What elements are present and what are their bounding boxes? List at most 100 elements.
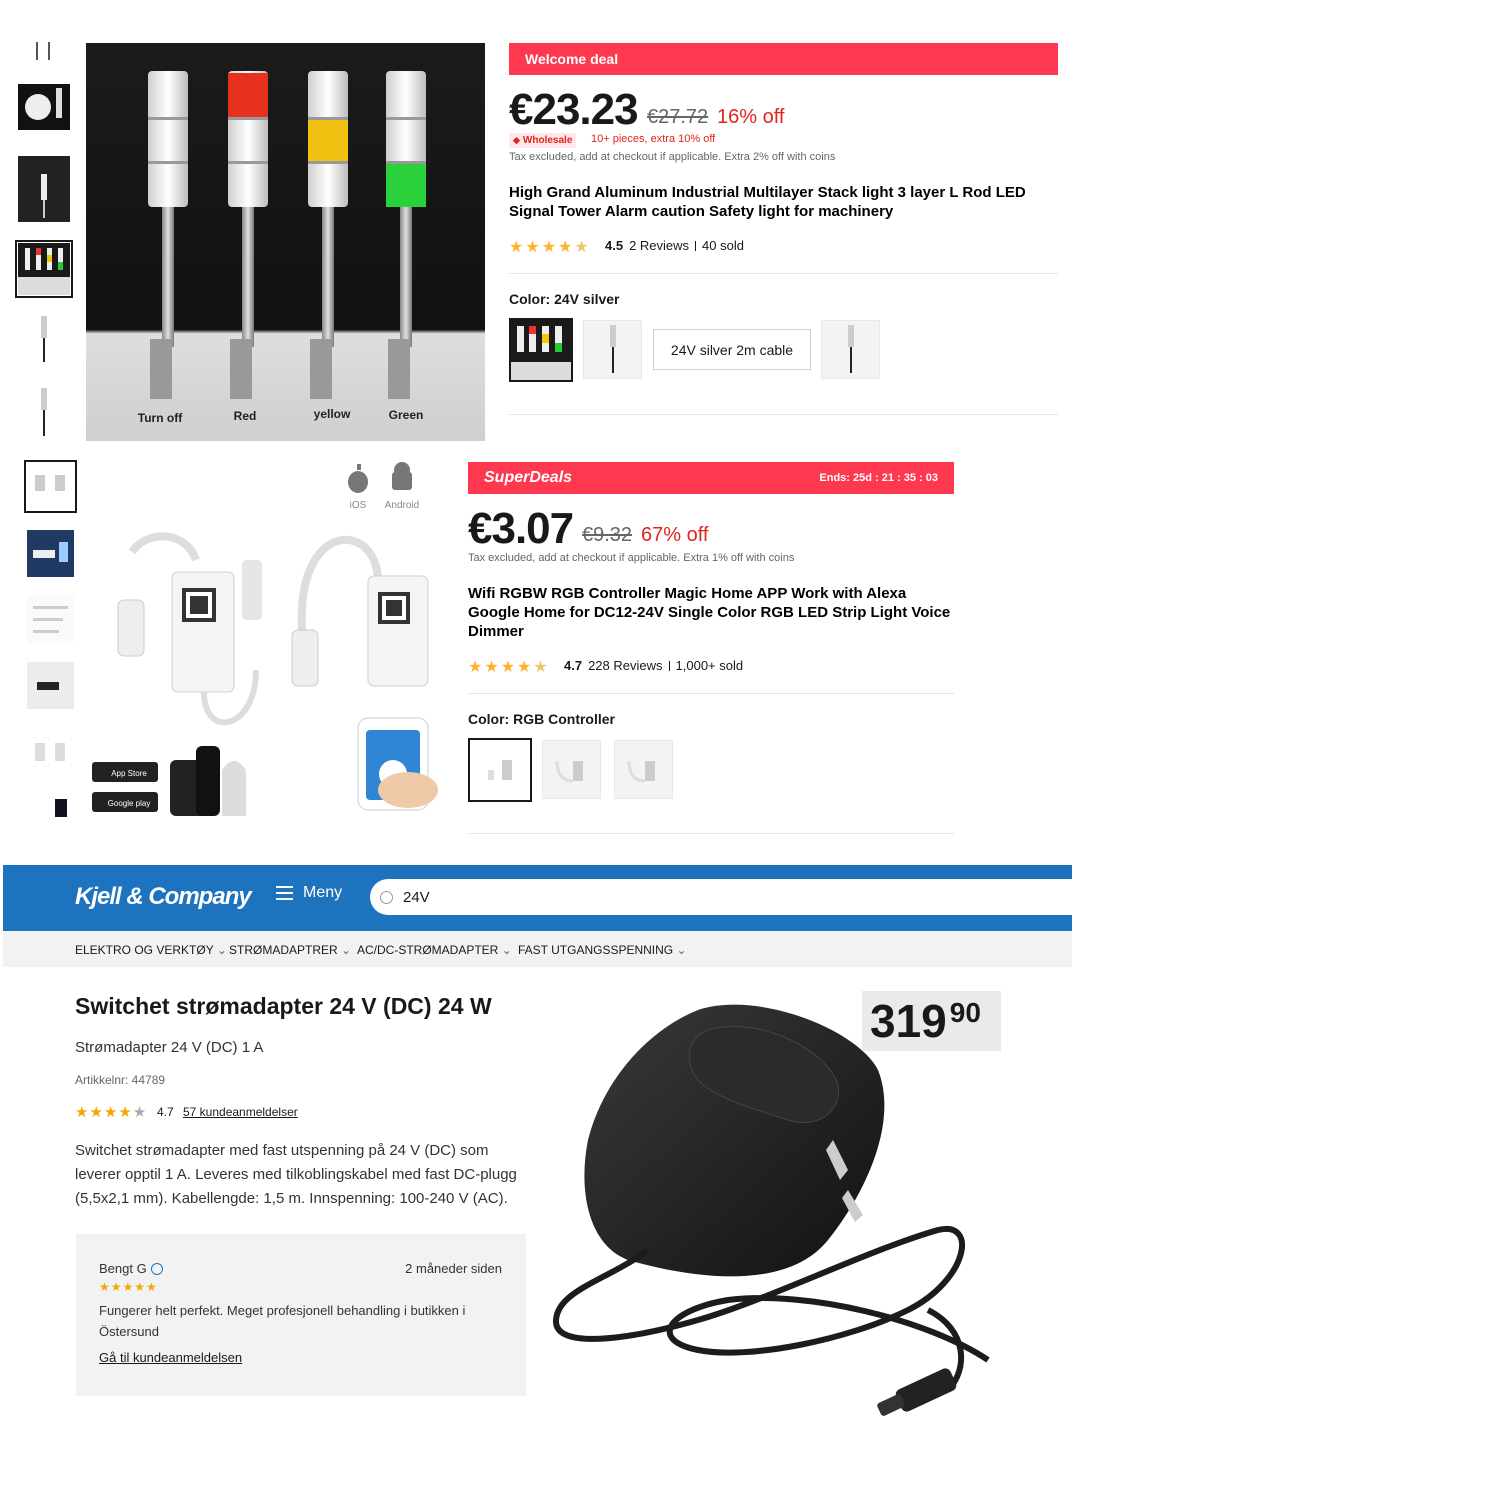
breadcrumb-item-elektro[interactable]: ELEKTRO OG VERKTØY ⌄ — [75, 943, 227, 957]
review-link[interactable]: Gå til kundeanmeldelsen — [99, 1350, 242, 1365]
thumbnail-4[interactable] — [15, 240, 73, 298]
review-time: 2 måneder siden — [405, 1261, 502, 1276]
divider-line — [509, 414, 1058, 415]
product-title: Wifi RGBW RGB Controller Magic Home APP … — [468, 585, 951, 640]
thumbnail-3[interactable] — [18, 156, 70, 222]
reviews-link[interactable]: 57 kundeanmeldelser — [183, 1105, 298, 1119]
review-author: Bengt G — [99, 1261, 163, 1276]
thumbnail-5[interactable] — [18, 312, 70, 370]
rating-value: 4.7 — [564, 658, 583, 673]
chevron-down-icon: ⌄ — [216, 943, 227, 957]
price-main: 319 — [870, 995, 947, 1047]
product-description: Switchet strømadapter med fast utspennin… — [75, 1142, 517, 1207]
star-half-icon: ★ — [574, 239, 589, 256]
site-logo[interactable]: Kjell & Company — [75, 883, 252, 911]
color-option-3[interactable] — [614, 740, 673, 799]
star-rating: ★ ★ ★ ★ ★ — [468, 657, 548, 677]
color-option-multicolor[interactable] — [509, 318, 573, 382]
current-price: €3.07 — [468, 504, 574, 553]
color-option-silver[interactable] — [583, 320, 642, 379]
image-label-green: Green — [389, 408, 424, 422]
color-option-2[interactable] — [542, 740, 601, 799]
star-icon: ★ — [89, 1104, 103, 1121]
rating-value: 4.5 — [605, 238, 624, 253]
divider-line — [509, 273, 1058, 274]
wholesale-badge: ◆ Wholesale — [509, 133, 577, 148]
star-icon: ★ — [103, 1104, 118, 1121]
color-option-silver-alt[interactable] — [821, 320, 880, 379]
star-half-icon: ★ — [533, 659, 548, 676]
image-label-turn-off: Turn off — [138, 411, 183, 425]
tax-note: Tax excluded, add at checkout if applica… — [468, 552, 795, 564]
menu-button[interactable]: Meny — [276, 884, 342, 902]
ios-label: iOS — [350, 500, 367, 511]
color-label: Color: RGB Controller — [468, 711, 615, 727]
current-price: €23.23 — [509, 85, 639, 134]
search-input[interactable]: 24V — [403, 889, 430, 906]
star-icon: ★ — [75, 1104, 89, 1121]
price-decimals: 90 — [949, 997, 981, 1028]
sold-count: 40 sold — [702, 238, 744, 253]
star-rating: ★ ★ ★ ★ ★ — [75, 1103, 146, 1121]
thumbnail-3[interactable] — [27, 596, 74, 643]
thumbnail-2[interactable] — [27, 530, 74, 577]
app-store-label: App Store — [111, 769, 147, 778]
adapter-image[interactable] — [548, 990, 1008, 1440]
star-icon: ★ — [525, 239, 540, 256]
tag-icon: ◆ — [513, 135, 520, 145]
breadcrumb-item-acdc[interactable]: AC/DC-STRØMADAPTER ⌄ — [357, 943, 512, 957]
price-tag: 319 90 — [862, 991, 1001, 1051]
star-icon: ★ — [118, 1104, 132, 1121]
star-icon: ★ — [484, 659, 499, 676]
deal-countdown: Ends: 25d : 21 : 35 : 03 — [819, 472, 938, 484]
thumbnail-6[interactable] — [18, 386, 70, 440]
sold-count: 1,000+ sold — [675, 658, 744, 673]
reviews-link[interactable]: 228 Reviews — [588, 658, 662, 673]
image-label-red: Red — [234, 409, 257, 423]
review-text: Fungerer helt perfekt. Meget profesjonel… — [99, 1303, 466, 1339]
breadcrumb-item-fast[interactable]: FAST UTGANGSSPENNING ⌄ — [518, 943, 687, 957]
divider-line — [468, 833, 954, 834]
rating-summary: 4.5 2 Reviews 40 sold — [605, 238, 744, 253]
color-label: Color: 24V silver — [509, 291, 620, 307]
chevron-down-icon: ⌄ — [501, 943, 512, 957]
thumbnail-6[interactable] — [27, 795, 74, 817]
rating-summary: 4.7 228 Reviews 1,000+ sold — [564, 658, 743, 673]
thumbnail-5[interactable] — [27, 729, 74, 776]
main-product-image[interactable]: Turn off Red yellow Green — [86, 43, 485, 441]
search-icon — [380, 890, 393, 904]
star-icon: ★ — [517, 659, 532, 676]
search-box[interactable]: 24V — [370, 879, 1072, 915]
main-product-image[interactable]: iOS Android App Store Google play — [86, 460, 448, 816]
divider — [668, 660, 670, 671]
divider-line — [468, 693, 954, 694]
discount-label: 16% off — [717, 106, 785, 128]
review-card: Bengt G 2 måneder siden ★★★★★ Fungerer h… — [76, 1234, 526, 1396]
thumbnail-1[interactable] — [18, 36, 70, 68]
site-header: Kjell & Company Meny 24V — [3, 865, 1072, 931]
wholesale-text: 10+ pieces, extra 10% off — [591, 133, 716, 145]
breadcrumb-item-stromadaptrer[interactable]: STRØMADAPTRER ⌄ — [229, 943, 351, 957]
superdeals-brand: SuperDeals — [484, 469, 573, 486]
android-icon — [392, 462, 412, 490]
reviews-link[interactable]: 2 Reviews — [629, 238, 689, 253]
star-rating: ★ ★ ★ ★ ★ — [509, 237, 589, 257]
rating-value: 4.7 — [157, 1105, 174, 1119]
welcome-deal-banner: Welcome deal — [509, 43, 1058, 75]
thumbnail-2[interactable] — [18, 84, 70, 130]
thumbnail-1[interactable] — [24, 460, 77, 513]
image-label-yellow: yellow — [314, 407, 351, 421]
hamburger-icon — [276, 886, 293, 900]
color-option-rgb-controller[interactable] — [468, 738, 532, 802]
original-price: €27.72 — [647, 106, 709, 128]
thumbnail-4[interactable] — [27, 662, 74, 709]
chevron-down-icon: ⌄ — [341, 943, 352, 957]
chevron-down-icon: ⌄ — [676, 943, 687, 957]
menu-label: Meny — [303, 884, 343, 901]
color-option-silver-2m-cable[interactable]: 24V silver 2m cable — [653, 329, 811, 370]
wholesale-badge-label: Wholesale — [522, 135, 573, 146]
tax-note: Tax excluded, add at checkout if applica… — [509, 151, 836, 163]
banner-label: Welcome deal — [525, 51, 619, 67]
star-icon: ★ — [558, 239, 573, 256]
star-icon: ★ — [541, 239, 557, 256]
